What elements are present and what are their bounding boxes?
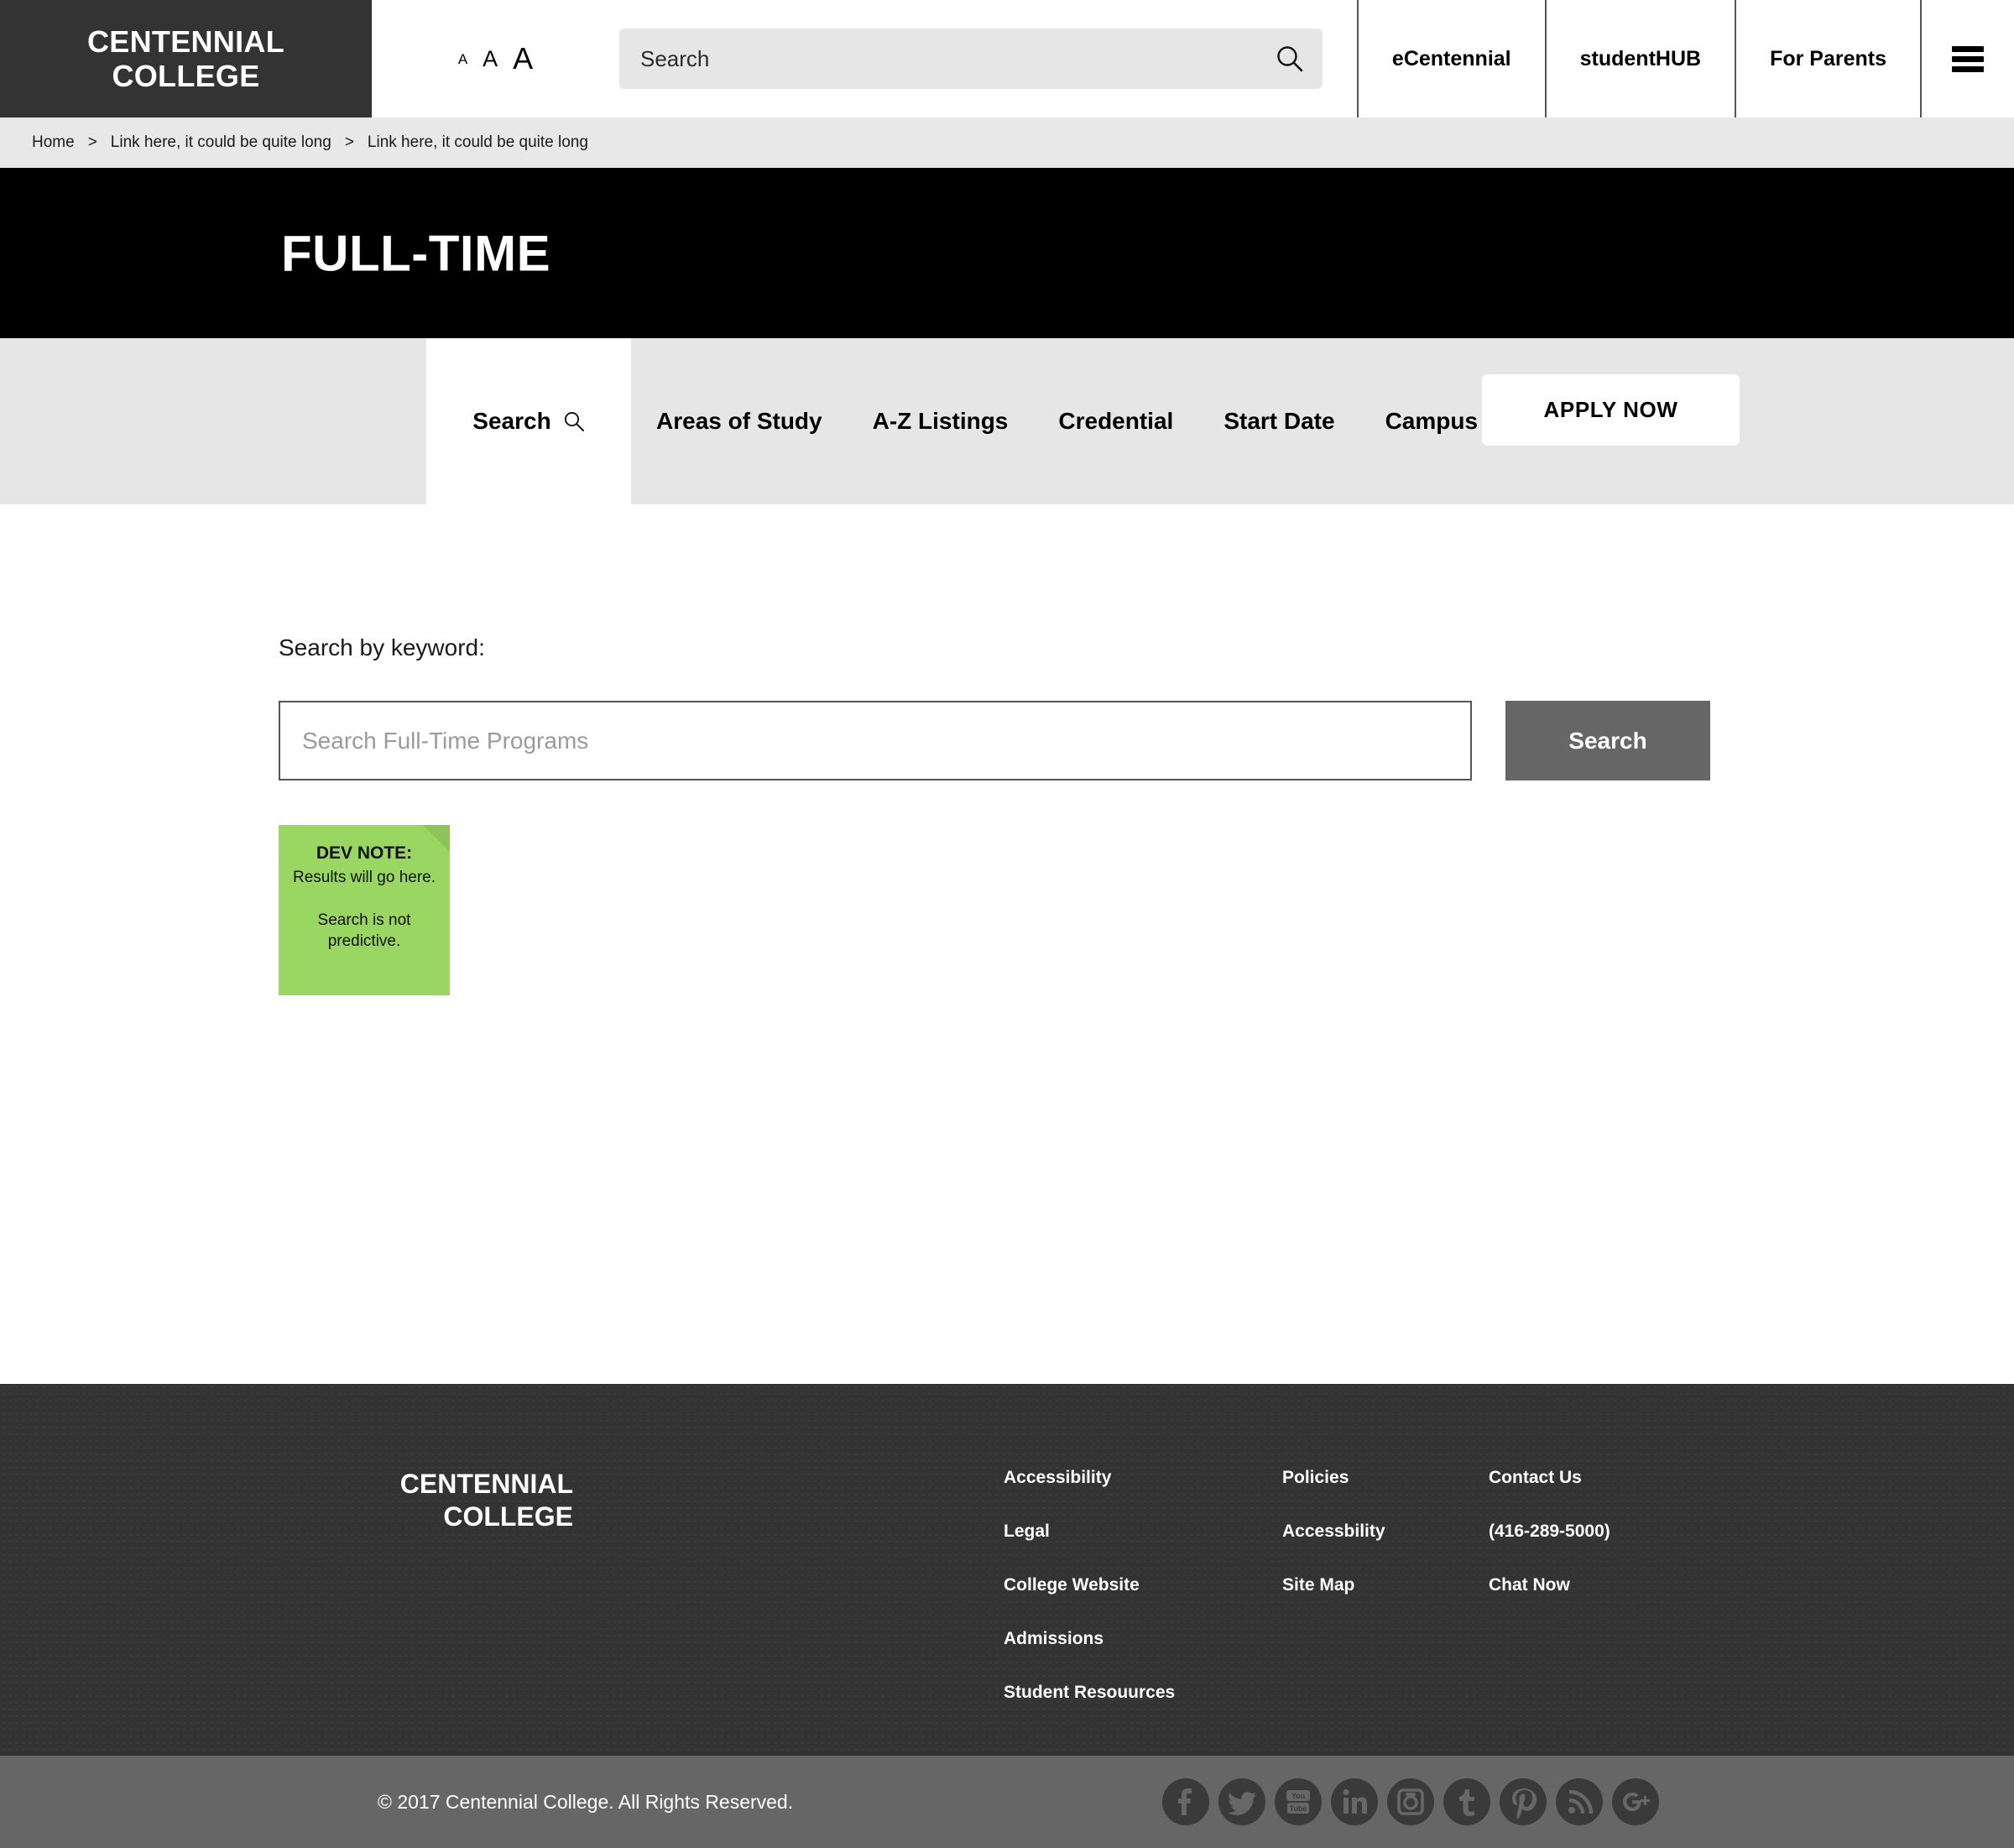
font-size-medium-button[interactable]: A	[483, 47, 498, 70]
footer-bottom-bar: © 2017 Centennial College. All Rights Re…	[0, 1756, 2014, 1848]
footer-link-contact-us[interactable]: Contact Us	[1489, 1468, 1740, 1488]
linkedin-icon[interactable]	[1331, 1778, 1378, 1825]
keyword-search-row: Search	[279, 701, 2014, 780]
tab-start-date[interactable]: Start Date	[1198, 338, 1359, 504]
facebook-icon[interactable]	[1162, 1778, 1209, 1825]
footer-column-1: Accessibility Legal College Website Admi…	[1004, 1468, 1282, 1736]
svg-text:Tube: Tube	[1290, 1804, 1307, 1813]
header-nav: eCentennial studentHUB For Parents	[1356, 0, 2014, 117]
hero-banner: FULL-TIME APPLY NOW	[0, 168, 2014, 446]
search-panel: Search by keyword: Search DEV NOTE: Resu…	[0, 634, 2014, 995]
dev-note-gap	[290, 888, 438, 910]
rss-icon[interactable]	[1556, 1778, 1603, 1825]
tumblr-icon[interactable]	[1443, 1778, 1490, 1825]
site-header: CENTENNIAL COLLEGE A A A eCentennial stu…	[0, 0, 2014, 117]
footer-link-accessibility[interactable]: Accessibility	[1004, 1468, 1282, 1488]
keyword-label: Search by keyword:	[279, 634, 485, 660]
hamburger-icon	[1952, 45, 1984, 72]
footer-link-site-map[interactable]: Site Map	[1282, 1575, 1489, 1595]
tab-start-date-label: Start Date	[1224, 408, 1335, 434]
sticky-fold-corner	[423, 825, 450, 852]
tab-a-z-listings[interactable]: A-Z Listings	[848, 338, 1034, 504]
magnifier-icon	[563, 410, 585, 432]
main-content: Search by keyword: Search DEV NOTE: Resu…	[0, 504, 2014, 1384]
footer-phone-number[interactable]: (416-289-5000)	[1489, 1522, 1740, 1542]
youtube-icon[interactable]: You Tube	[1275, 1778, 1322, 1825]
logo-line-2: COLLEGE	[112, 59, 260, 93]
footer-column-2: Policies Accessbility Site Map	[1282, 1468, 1489, 1736]
footer-link-columns: Accessibility Legal College Website Admi…	[1004, 1468, 1740, 1736]
copyright-text: © 2017 Centennial College. All Rights Re…	[378, 1790, 794, 1813]
footer-link-admissions[interactable]: Admissions	[1004, 1629, 1282, 1649]
footer-link-accessbility[interactable]: Accessbility	[1282, 1522, 1489, 1542]
footer-logo[interactable]: CENTENNIAL COLLEGE	[0, 1468, 1004, 1533]
dev-note-line-1: Results will go here.	[292, 868, 436, 886]
dev-note-title: DEV NOTE:	[316, 843, 413, 863]
nav-item-for-parents[interactable]: For Parents	[1735, 0, 1920, 117]
font-size-small-button[interactable]: A	[458, 52, 467, 66]
tab-a-z-listings-label: A-Z Listings	[872, 408, 1009, 434]
breadcrumb-item-1[interactable]: Link here, it could be quite long	[111, 133, 331, 152]
breadcrumb-item-home[interactable]: Home	[32, 133, 75, 152]
footer-link-legal[interactable]: Legal	[1004, 1522, 1282, 1542]
keyword-search-input[interactable]	[279, 701, 1472, 780]
tab-credential[interactable]: Credential	[1033, 338, 1198, 504]
font-size-controls: A A A	[372, 0, 619, 117]
svg-text:You: You	[1291, 1792, 1305, 1800]
nav-item-ecentennial[interactable]: eCentennial	[1356, 0, 1545, 117]
search-icon[interactable]	[1276, 44, 1304, 73]
tab-campus-label: Campus	[1385, 408, 1479, 434]
breadcrumb-separator: >	[344, 133, 354, 151]
googleplus-icon[interactable]	[1612, 1778, 1659, 1825]
apply-now-button[interactable]: APPLY NOW	[1482, 374, 1740, 446]
footer-logo-line-1: CENTENNIAL	[399, 1469, 573, 1499]
tabbar-left-spacer	[0, 338, 426, 504]
tab-credential-label: Credential	[1058, 408, 1174, 434]
nav-item-studenthub[interactable]: studentHUB	[1544, 0, 1735, 117]
pinterest-icon[interactable]	[1500, 1778, 1547, 1825]
dev-note-sticky: DEV NOTE: Results will go here. Search i…	[279, 825, 450, 995]
footer-column-3: Contact Us (416-289-5000) Chat Now	[1489, 1468, 1740, 1736]
twitter-icon[interactable]	[1218, 1778, 1265, 1825]
instagram-icon[interactable]	[1387, 1778, 1434, 1825]
footer-link-student-resources[interactable]: Student Resouurces	[1004, 1683, 1282, 1703]
site-footer: CENTENNIAL COLLEGE Accessibility Legal C…	[0, 1384, 2014, 1756]
footer-link-college-website[interactable]: College Website	[1004, 1575, 1282, 1595]
header-search-input[interactable]	[619, 29, 1323, 89]
header-search-wrapper	[619, 0, 1323, 117]
tab-search-label: Search	[472, 408, 551, 434]
dev-note-line-2: Search is not predictive.	[317, 911, 411, 951]
breadcrumb: Home > Link here, it could be quite long…	[0, 117, 2014, 168]
footer-link-policies[interactable]: Policies	[1282, 1468, 1489, 1488]
font-size-large-button[interactable]: A	[513, 44, 533, 74]
keyword-search-button[interactable]: Search	[1505, 701, 1710, 780]
header-spacer	[1323, 0, 1357, 117]
footer-link-chat-now[interactable]: Chat Now	[1489, 1575, 1740, 1595]
social-links: You Tube	[1162, 1778, 1659, 1825]
menu-button[interactable]	[1920, 0, 2014, 117]
page-title: FULL-TIME	[281, 225, 551, 281]
header-search-box[interactable]	[619, 29, 1323, 89]
tab-search[interactable]: Search	[426, 338, 631, 504]
tab-areas-of-study-label: Areas of Study	[656, 408, 822, 434]
site-logo[interactable]: CENTENNIAL COLLEGE	[0, 0, 372, 117]
breadcrumb-item-2[interactable]: Link here, it could be quite long	[368, 133, 588, 152]
footer-logo-line-2: COLLEGE	[443, 1501, 573, 1532]
breadcrumb-separator: >	[87, 133, 97, 151]
logo-line-1: CENTENNIAL	[87, 23, 284, 59]
tab-areas-of-study[interactable]: Areas of Study	[631, 338, 848, 504]
